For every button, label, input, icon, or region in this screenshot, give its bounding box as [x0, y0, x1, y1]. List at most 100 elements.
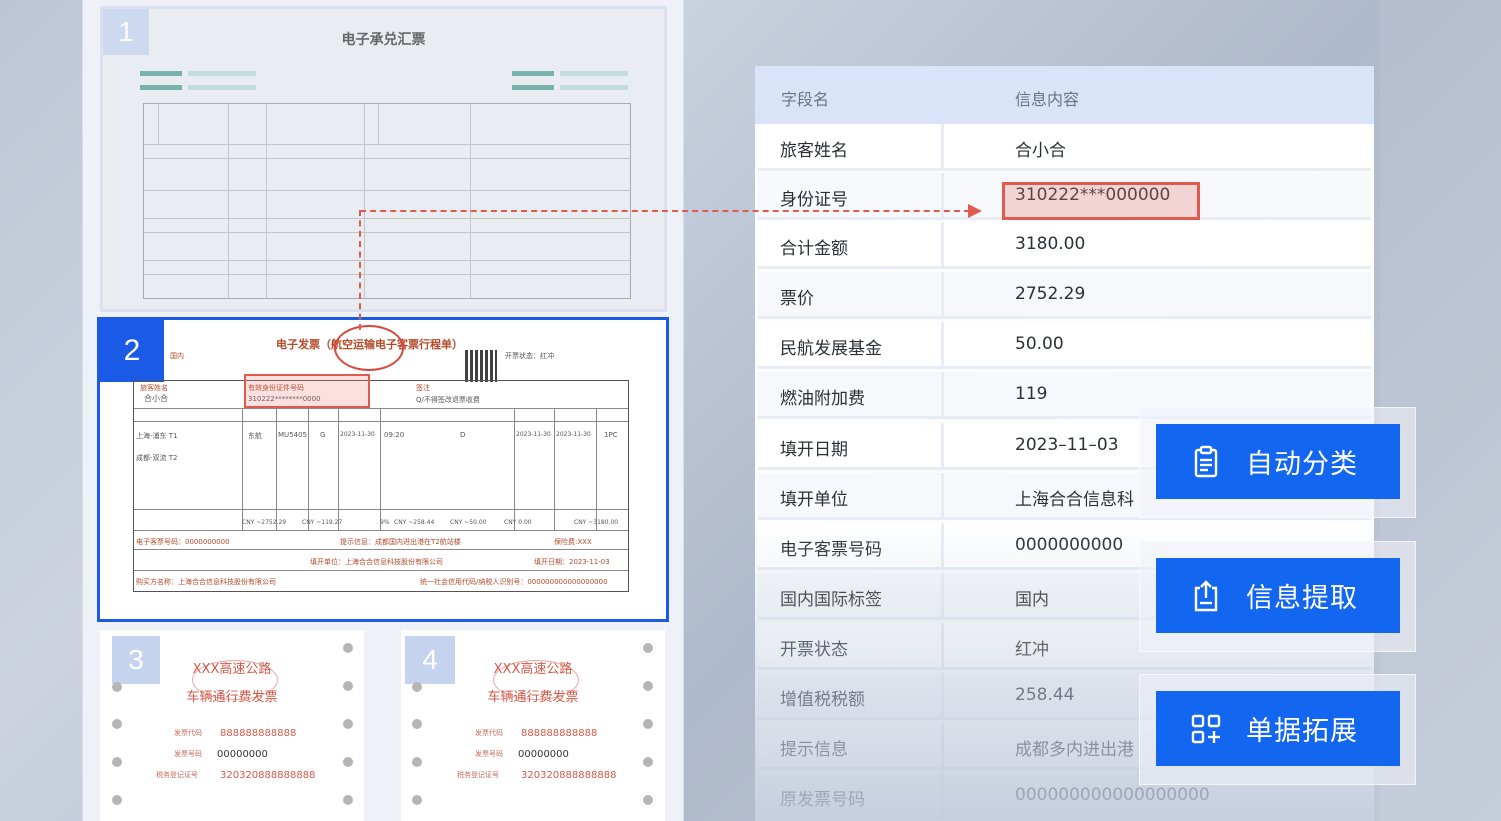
- table-col: [470, 104, 471, 298]
- insurance: 保险费:XXX: [554, 538, 592, 546]
- field-name: 增值税税额: [780, 690, 865, 710]
- header-field-name: 字段名: [781, 90, 830, 109]
- table-col: [158, 104, 159, 144]
- tax-reg-label: 税务登记证号: [156, 771, 198, 779]
- invoice-code-value: 888888888888: [220, 728, 297, 739]
- tax-reg-value: 320320888888888: [521, 770, 617, 781]
- table-rule: [380, 408, 381, 530]
- document-number-badge: 2: [100, 320, 164, 382]
- column-divider: [941, 473, 944, 517]
- route-to: 成都-双流 T2: [136, 454, 178, 462]
- route-from: 上海-浦东 T1: [136, 432, 178, 440]
- invoice-number-value: 00000000: [518, 749, 569, 760]
- toll-road-name: XXX高速公路: [192, 662, 272, 677]
- info-extract-button[interactable]: 信息提取: [1156, 558, 1400, 633]
- decor-bar: [512, 71, 554, 76]
- field-value: 2752.29: [1015, 284, 1086, 304]
- table-row: [144, 260, 630, 261]
- column-divider: [941, 423, 944, 467]
- hint-info: 提示信息：成都国内进出港在T2航站楼: [340, 538, 461, 546]
- table-rule: [596, 408, 597, 530]
- buyer-name: 购买方名称：上海合合信息科技股份有限公司: [136, 578, 276, 586]
- decor-bar: [560, 85, 628, 90]
- other-tax-amount: CNY 0.00: [504, 519, 532, 526]
- table-row: [144, 190, 630, 191]
- perforation-hole: [343, 681, 353, 691]
- passenger-name: 合小合: [144, 394, 168, 403]
- flight-number: MU5405: [278, 431, 307, 439]
- valid-to: 2023-11-30: [556, 431, 591, 438]
- field-value: 0000000000: [1015, 535, 1124, 555]
- perforation-hole: [343, 719, 353, 729]
- document-card-toll-invoice[interactable]: 4 XXX高速公路 车辆通行费发票 发票代码 888888888888 发票号码…: [401, 630, 665, 821]
- table-row: 票价 2752.29: [758, 272, 1371, 319]
- feature-label: 单据拓展: [1246, 716, 1358, 747]
- field-name: 原发票号码: [780, 790, 865, 810]
- table-row: 民航发展基金 50.00: [758, 322, 1371, 369]
- document-card-toll-invoice[interactable]: 3 XXX高速公路 车辆通行费发票 发票代码 888888888888 发票号码…: [100, 630, 364, 821]
- perforation-hole: [412, 719, 422, 729]
- note-label: 签注: [416, 384, 430, 392]
- table-rule: [554, 408, 555, 530]
- bill-table: [143, 103, 631, 299]
- header-field-value: 信息内容: [1015, 90, 1080, 109]
- field-name: 电子客票号码: [780, 540, 882, 560]
- perforation-hole: [112, 719, 122, 729]
- perforation-hole: [643, 681, 653, 691]
- field-name: 国内国际标签: [780, 590, 882, 610]
- table-rule: [134, 549, 628, 550]
- clipboard-list-icon: [1194, 445, 1218, 477]
- table-row: [144, 274, 630, 275]
- invoice-code-label: 发票代码: [174, 729, 202, 737]
- table-col: [228, 104, 229, 298]
- column-divider: [941, 272, 944, 316]
- toll-road-name: XXX高速公路: [493, 662, 573, 677]
- field-value: 3180.00: [1015, 234, 1086, 254]
- auto-classify-button[interactable]: 自动分类: [1156, 424, 1400, 499]
- column-divider: [941, 322, 944, 366]
- document-card-acceptance-bill[interactable]: 1 电子承兑汇票: [100, 6, 667, 312]
- seal-stamp: [334, 325, 404, 371]
- id-value-highlight: [1002, 182, 1200, 220]
- doc-expand-button[interactable]: 单据拓展: [1156, 691, 1400, 766]
- invoice-number-label: 发票号码: [174, 750, 202, 758]
- document-card-air-ticket[interactable]: 2 电子发票（航空运输电子客票行程单） 国内 开票状态：红冲 旅客姓名 合小合 …: [97, 317, 669, 622]
- table-row: 旅客姓名 合小合: [758, 124, 1371, 171]
- field-value: 合小合: [1015, 141, 1066, 161]
- total-amount: CNY ~3180.00: [574, 519, 619, 526]
- perforation-hole: [412, 682, 422, 692]
- field-name: 票价: [780, 289, 814, 309]
- field-name: 提示信息: [780, 740, 848, 760]
- table-rule: [134, 530, 628, 531]
- decor-bar: [140, 71, 182, 76]
- table-rule: [338, 408, 339, 530]
- perforation-hole: [343, 757, 353, 767]
- seller-name: 填开单位：上海合合信息科技股份有限公司: [310, 558, 443, 566]
- background-panel-left: [0, 0, 82, 821]
- table-col: [266, 104, 267, 298]
- field-name: 民航发展基金: [780, 339, 882, 359]
- table-rule: [134, 509, 628, 510]
- table-row: [144, 232, 630, 233]
- decor-bar: [512, 85, 554, 90]
- column-divider: [941, 773, 944, 817]
- valid-from: 2023-11-30: [516, 431, 551, 438]
- issue-date: 填开日期：2023-11-03: [534, 558, 610, 566]
- domestic-tag: 国内: [170, 352, 184, 360]
- toll-invoice-title: 车辆通行费发票: [186, 690, 278, 705]
- qr-code-icon: [465, 350, 497, 382]
- perforation-hole: [643, 719, 653, 729]
- table-row: [144, 158, 630, 159]
- field-value: 119: [1015, 384, 1048, 404]
- invoice-number-label: 发票号码: [475, 750, 503, 758]
- id-highlight-box: [244, 374, 370, 408]
- table-row: [144, 144, 630, 145]
- baggage: 1PC: [604, 431, 618, 439]
- table-rule: [276, 408, 277, 530]
- column-divider: [941, 673, 944, 717]
- feature-label: 信息提取: [1246, 583, 1358, 614]
- perforation-hole: [643, 757, 653, 767]
- fare-amount: CNY ~2752.29: [242, 519, 287, 526]
- decor-bar: [188, 71, 256, 76]
- field-value: 红冲: [1015, 640, 1049, 660]
